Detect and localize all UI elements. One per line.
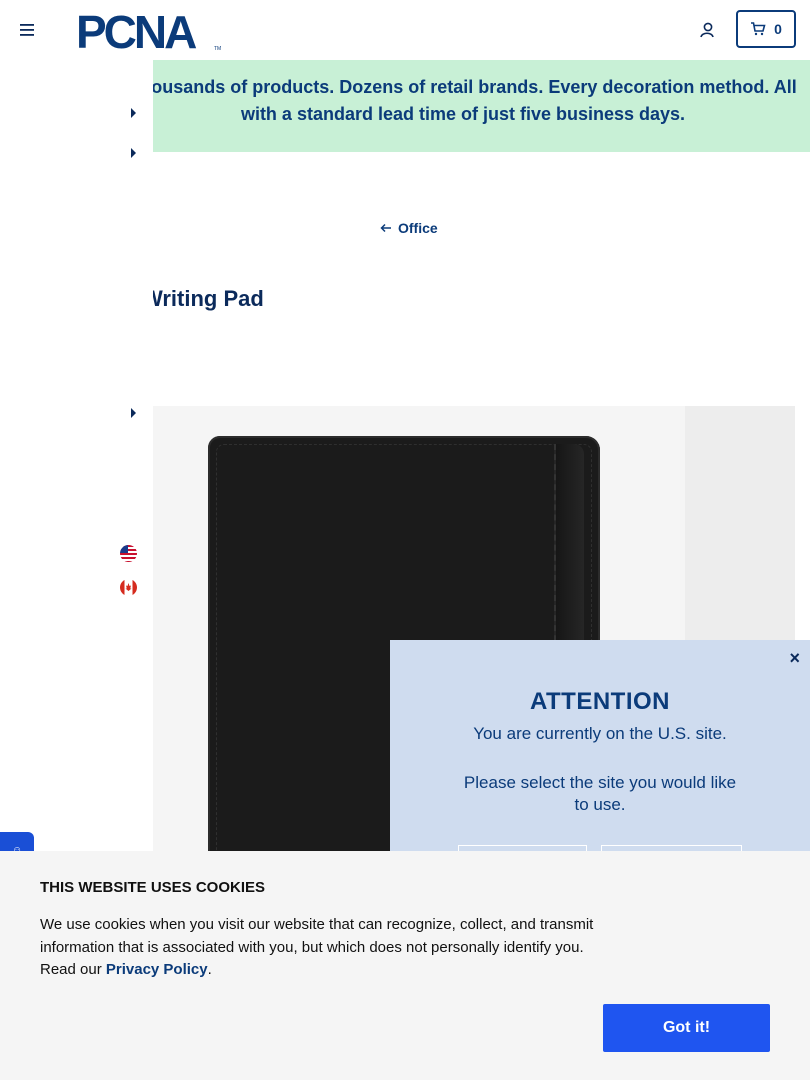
product-title: Writing Pad bbox=[153, 286, 264, 311]
site-header: PCNA TM 0 bbox=[0, 0, 810, 60]
caret-right-icon[interactable] bbox=[131, 108, 136, 118]
close-icon[interactable]: × bbox=[789, 648, 800, 669]
modal-title: ATTENTION bbox=[529, 688, 671, 715]
promo-line-2: with a standard lead time of just five b… bbox=[240, 104, 686, 124]
svg-text:PCNA: PCNA bbox=[76, 10, 196, 52]
caret-right-icon[interactable] bbox=[131, 148, 136, 158]
caret-right-icon[interactable] bbox=[131, 408, 136, 418]
promo-banner-text: Thousands of products. Dozens of retail … bbox=[153, 74, 810, 128]
cookie-banner: THIS WEBSITE USES COOKIES We use cookies… bbox=[0, 851, 810, 1080]
modal-current-site-text: You are currently on the U.S. site. bbox=[473, 724, 727, 743]
back-link-label: Office bbox=[398, 220, 438, 236]
cookie-banner-text: We use cookies when you visit our websit… bbox=[40, 914, 610, 982]
privacy-policy-link[interactable]: Privacy Policy bbox=[106, 961, 208, 978]
cart-icon bbox=[751, 22, 766, 36]
promo-banner: Thousands of products. Dozens of retail … bbox=[153, 60, 810, 152]
svg-text:TM: TM bbox=[214, 46, 221, 52]
account-icon[interactable] bbox=[698, 21, 716, 39]
pcna-logo[interactable]: PCNA TM bbox=[76, 10, 224, 52]
arrow-left-icon bbox=[380, 223, 391, 233]
accept-cookies-button[interactable]: Got it! bbox=[603, 1004, 770, 1052]
product-title-container: Writing Pad bbox=[153, 286, 453, 322]
back-to-category-link[interactable]: Office bbox=[380, 220, 438, 236]
cookie-banner-title: THIS WEBSITE USES COOKIES bbox=[40, 879, 266, 896]
cart-button[interactable]: 0 bbox=[736, 10, 796, 48]
promo-line-1: Thousands of products. Dozens of retail … bbox=[153, 77, 797, 97]
canada-flag-icon[interactable] bbox=[120, 579, 137, 596]
modal-prompt-text: Please select the site you would like to… bbox=[463, 773, 737, 814]
hamburger-menu-icon[interactable] bbox=[20, 23, 36, 37]
cookie-text-end: . bbox=[207, 961, 212, 978]
cart-count: 0 bbox=[774, 21, 782, 37]
us-flag-icon[interactable] bbox=[120, 545, 137, 562]
